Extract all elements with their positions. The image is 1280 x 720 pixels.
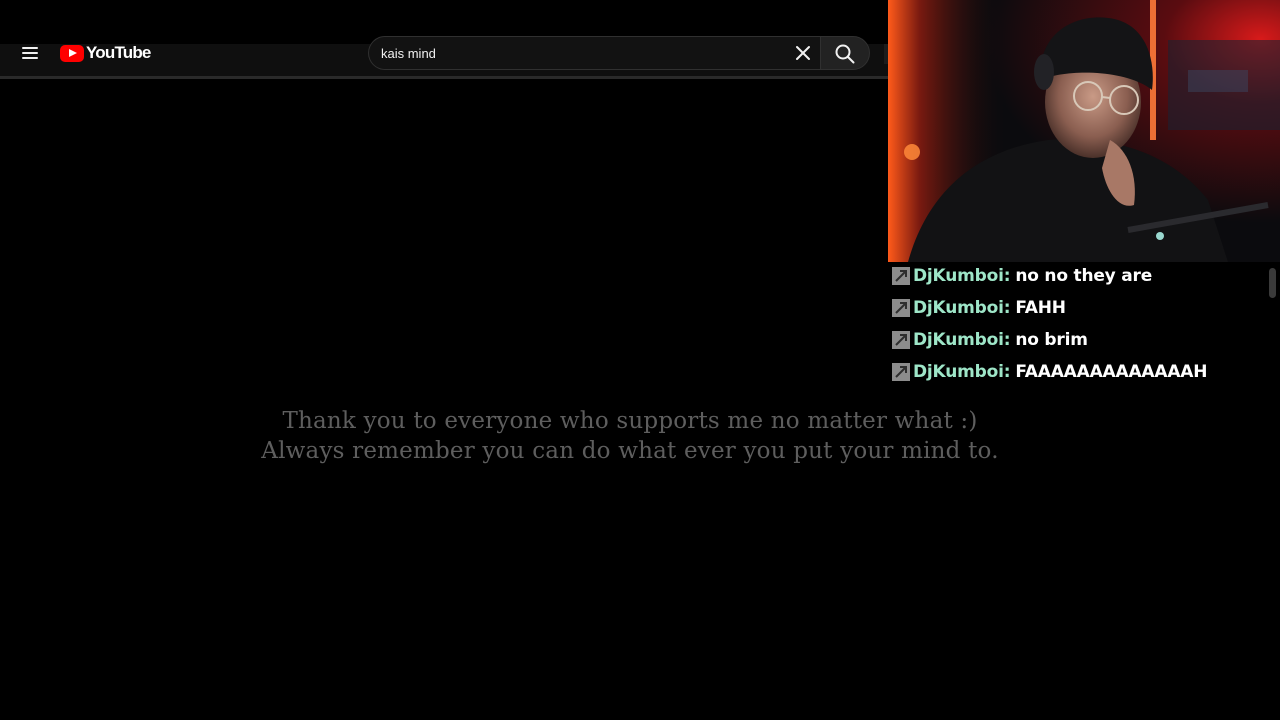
- video-end-message: Thank you to everyone who supports me no…: [0, 406, 1260, 466]
- chat-username[interactable]: DjKumboi: [913, 362, 1004, 382]
- chat-text: no no they are: [1015, 266, 1153, 286]
- chat-text: FAHH: [1015, 298, 1066, 318]
- close-icon: [796, 46, 810, 60]
- video-player[interactable]: [0, 80, 888, 720]
- search-input[interactable]: [381, 44, 781, 62]
- arrow-badge-icon: [892, 363, 910, 381]
- youtube-logo[interactable]: YouTube: [60, 43, 151, 63]
- chat-message: DjKumboi: no brim: [892, 328, 1088, 352]
- chat-text: FAAAAAAAAAAAAAH: [1015, 362, 1208, 382]
- chat-username[interactable]: DjKumboi: [913, 266, 1004, 286]
- arrow-badge-icon: [892, 267, 910, 285]
- youtube-window: YouTube: [0, 0, 888, 720]
- chat-colon: :: [1003, 330, 1011, 350]
- chat-colon: :: [1003, 298, 1011, 318]
- search-box[interactable]: [368, 36, 820, 70]
- chat-message: DjKumboi: no no they are: [892, 264, 1152, 288]
- search-button[interactable]: [820, 36, 870, 70]
- chat-colon: :: [1003, 362, 1011, 382]
- chat-message: DjKumboi: FAAAAAAAAAAAAAH: [892, 360, 1207, 384]
- webcam-overlay: [888, 0, 1280, 262]
- end-message-line-1: Thank you to everyone who supports me no…: [282, 408, 978, 434]
- chat-message: DjKumboi: FAHH: [892, 296, 1066, 320]
- screen: YouTube Thank you to everyone who suppor…: [0, 0, 1280, 720]
- header-divider: [0, 76, 888, 79]
- chat-colon: :: [1003, 266, 1011, 286]
- clear-search-button[interactable]: [792, 42, 814, 64]
- search-icon: [835, 44, 855, 64]
- chat-username[interactable]: DjKumboi: [913, 330, 1004, 350]
- hamburger-menu-icon[interactable]: [22, 47, 39, 61]
- arrow-badge-icon: [892, 331, 910, 349]
- youtube-logo-icon: [60, 44, 84, 62]
- end-message-line-2: Always remember you can do what ever you…: [261, 438, 999, 464]
- chat-scrollbar[interactable]: [1269, 268, 1276, 298]
- chat-overlay: DjKumboi: no no they are DjKumboi: FAHH …: [892, 264, 1268, 394]
- arrow-badge-icon: [892, 299, 910, 317]
- chat-text: no brim: [1015, 330, 1088, 350]
- chat-username[interactable]: DjKumboi: [913, 298, 1004, 318]
- youtube-logo-text: YouTube: [86, 43, 151, 62]
